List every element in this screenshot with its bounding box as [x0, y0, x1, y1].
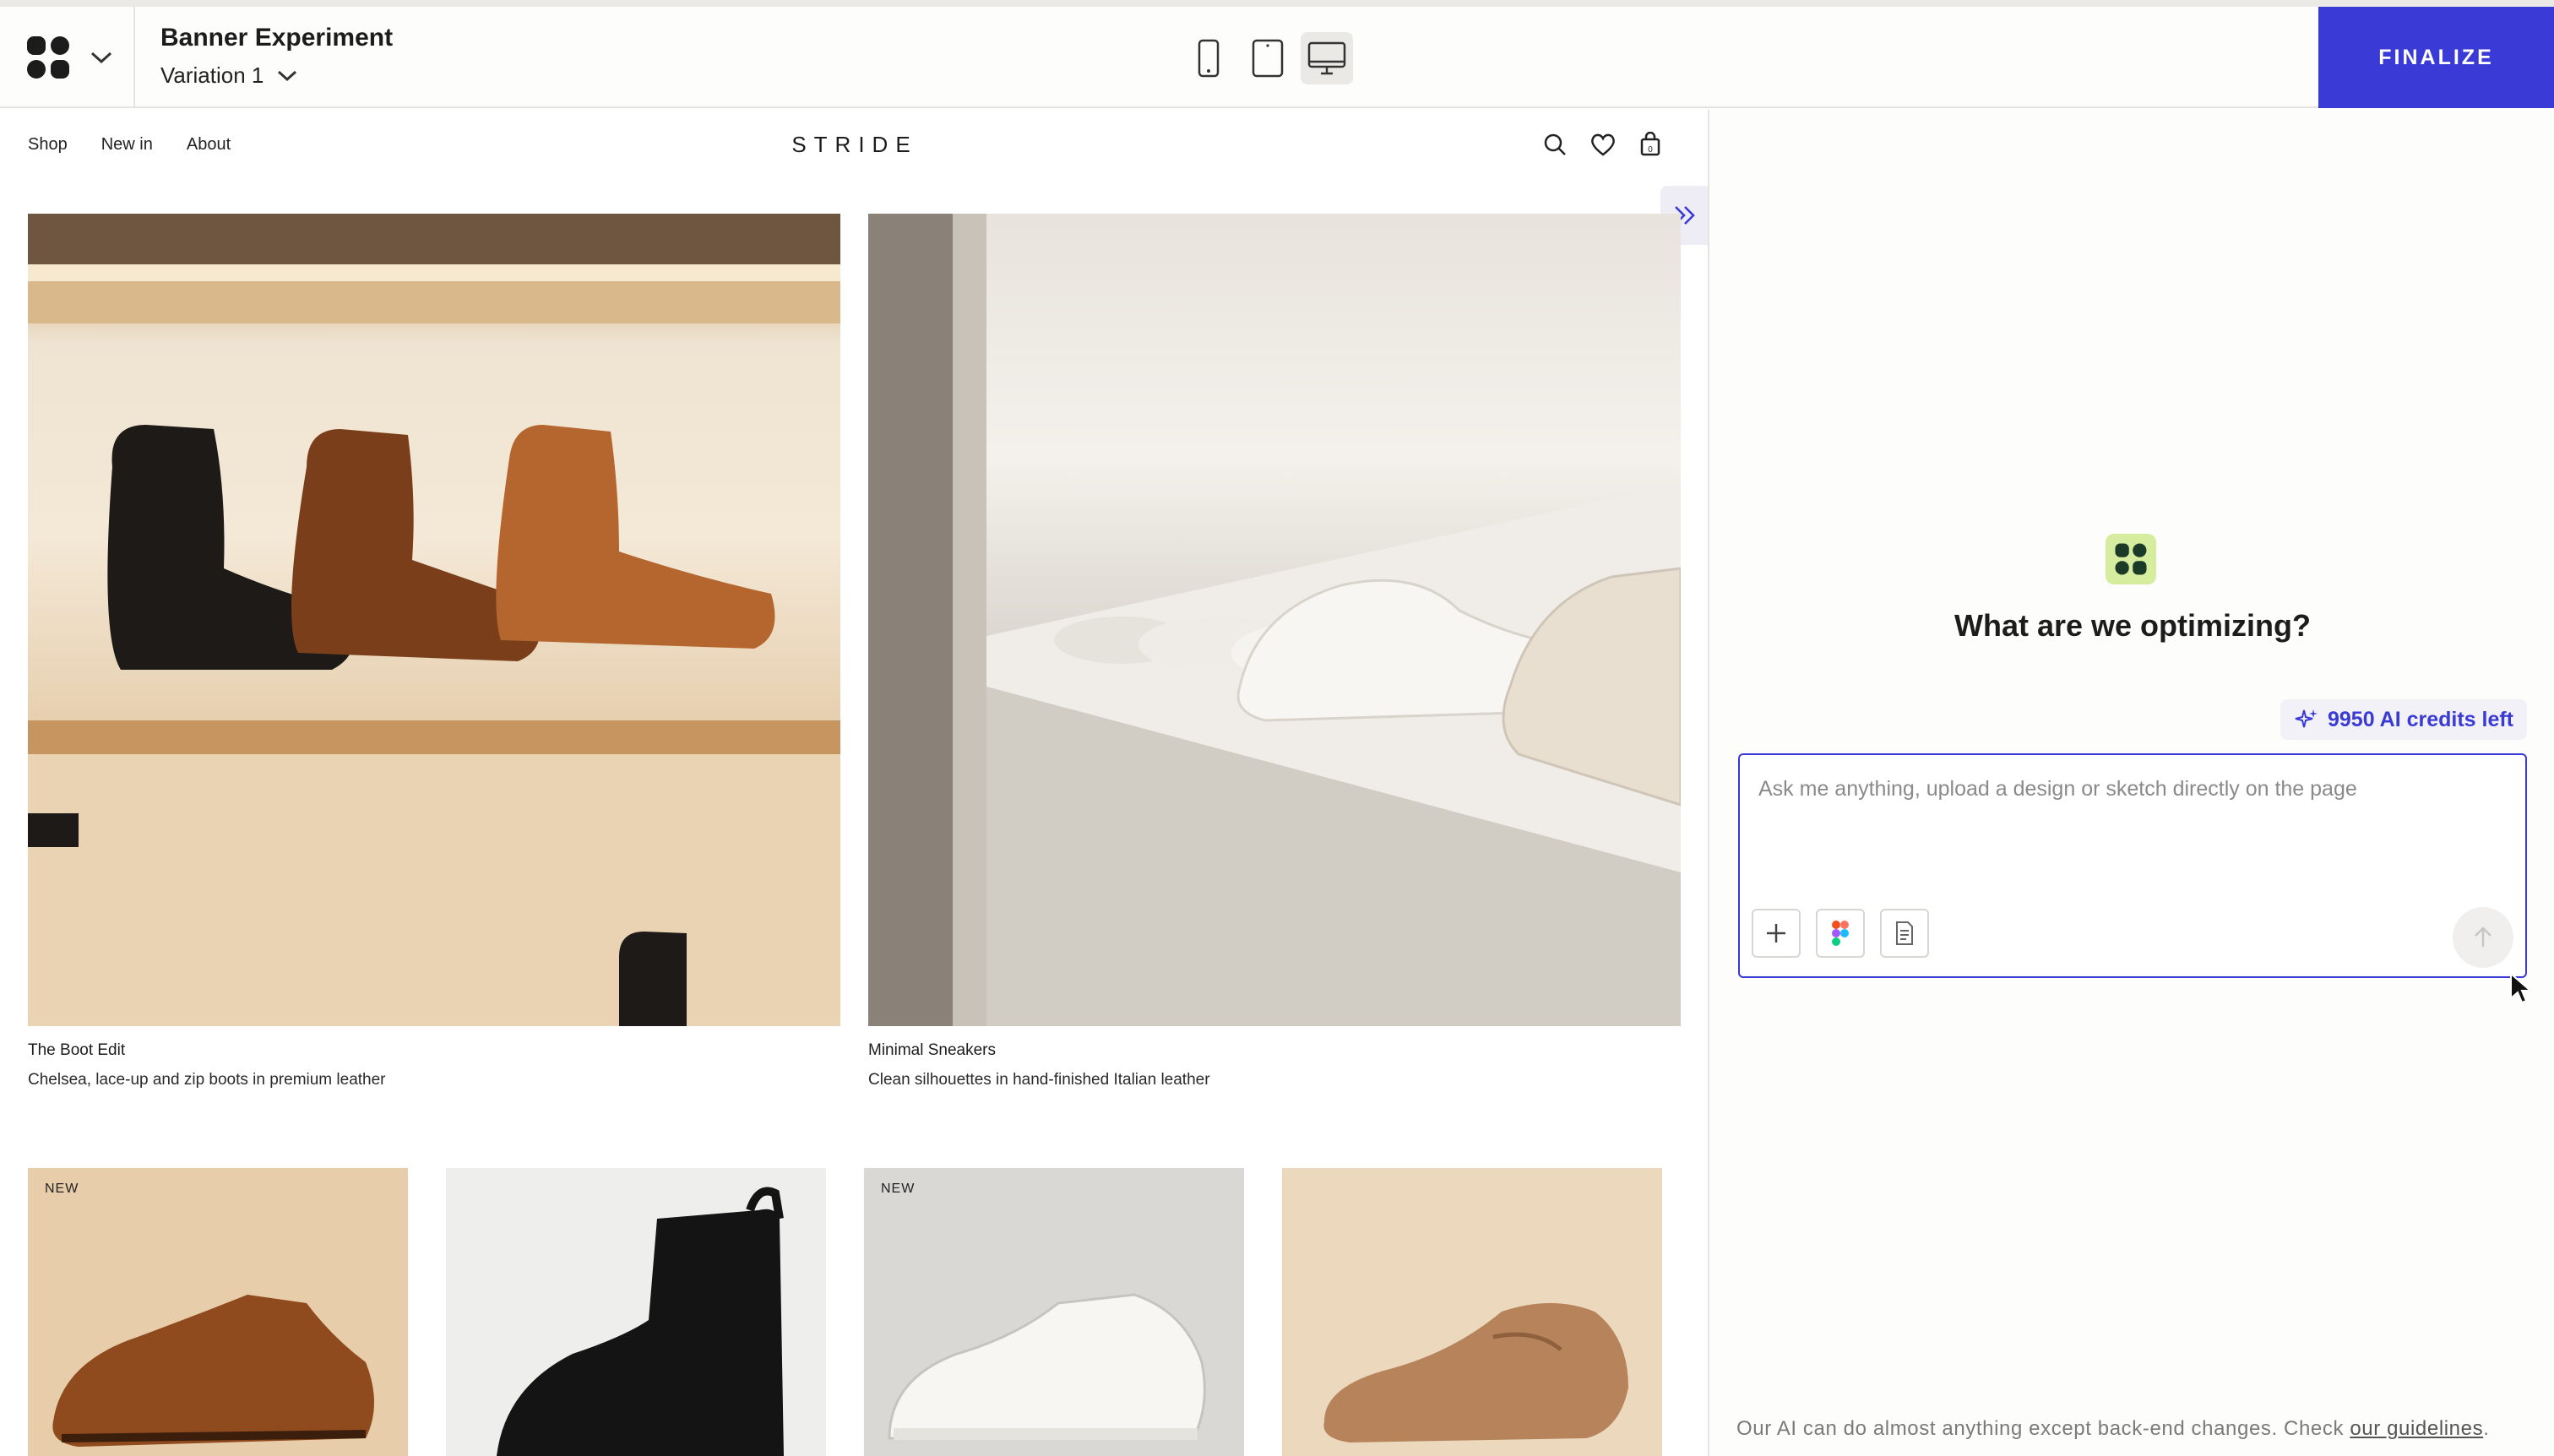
add-attachment-button[interactable]: [1752, 909, 1801, 958]
product-card-loafer[interactable]: [1282, 1168, 1662, 1456]
document-attach-button[interactable]: [1880, 909, 1929, 958]
hero-title-sneakers[interactable]: Minimal Sneakers: [868, 1041, 996, 1060]
prompt-box: [1738, 753, 2527, 978]
editor-toolbar: Banner Experiment Variation 1 FINALIZE: [0, 7, 2554, 108]
finalize-button[interactable]: FINALIZE: [2318, 7, 2554, 108]
plus-icon: [1767, 924, 1785, 943]
sparkle-icon: [2295, 709, 2318, 728]
oxford-shoe-image: [52, 1295, 374, 1447]
hero-image-sneakers[interactable]: [868, 214, 1681, 1026]
tablet-view-button[interactable]: [1242, 32, 1294, 84]
mobile-view-button[interactable]: [1182, 32, 1235, 84]
mouse-cursor-icon: [2510, 971, 2532, 1004]
desktop-icon: [1307, 41, 1346, 75]
product-card-oxford[interactable]: NEW: [28, 1168, 408, 1456]
site-nav-icons: 0: [1542, 132, 1662, 157]
experiment-title: Banner Experiment: [160, 24, 394, 52]
chelsea-boot-image: [497, 1187, 784, 1456]
document-icon: [1896, 921, 1913, 945]
bag-icon[interactable]: 0: [1638, 132, 1662, 157]
boots-shelf-illustration: [28, 214, 840, 1026]
variation-label: Variation 1: [160, 62, 264, 88]
search-icon[interactable]: [1542, 132, 1568, 157]
app-logo-icon: [27, 36, 69, 79]
product-card-sneaker[interactable]: NEW: [864, 1168, 1244, 1456]
prompt-input[interactable]: [1758, 777, 2502, 801]
sneakers-shelf-illustration: [868, 214, 1681, 1026]
assistant-logo: [2106, 534, 2156, 584]
mobile-icon: [1198, 39, 1220, 78]
chevron-down-icon: [278, 70, 297, 81]
ai-credits-badge[interactable]: 9950 AI credits left: [2280, 699, 2528, 740]
heart-icon[interactable]: [1589, 132, 1617, 157]
hero-subtitle-sneakers: Clean silhouettes in hand-finished Itali…: [868, 1071, 1210, 1089]
figma-icon: [1832, 921, 1849, 946]
ai-credits-label: 9950 AI credits left: [2328, 707, 2514, 731]
site-brand-logo[interactable]: STRIDE: [0, 132, 1708, 158]
disclaimer-text: Our AI can do almost anything except bac…: [1736, 1417, 2350, 1440]
hero-title-boots[interactable]: The Boot Edit: [28, 1041, 125, 1060]
product-card-chelsea[interactable]: [446, 1168, 826, 1456]
device-switcher: [1182, 32, 1353, 84]
arrow-up-icon: [2475, 926, 2492, 947]
variation-selector[interactable]: Variation 1: [160, 62, 393, 89]
chevron-down-icon: [90, 52, 112, 64]
experiment-header: Banner Experiment Variation 1: [160, 24, 393, 89]
new-badge: NEW: [881, 1182, 916, 1196]
tablet-icon: [1252, 39, 1284, 78]
app-logo-icon: [2115, 543, 2147, 575]
hero-image-boots[interactable]: [28, 214, 840, 1026]
website-preview: Shop New in About STRIDE 0 The Boot Edit…: [0, 110, 1709, 1456]
desktop-view-button[interactable]: [1301, 32, 1353, 84]
white-sneaker-image: [888, 1293, 1206, 1440]
assistant-heading: What are we optimizing?: [1954, 608, 2311, 643]
app-menu-button[interactable]: [0, 7, 135, 108]
suede-loafer-image: [1323, 1303, 1628, 1442]
guidelines-link[interactable]: our guidelines: [2350, 1417, 2483, 1440]
send-button[interactable]: [2453, 907, 2513, 968]
hero-subtitle-boots: Chelsea, lace-up and zip boots in premiu…: [28, 1071, 386, 1089]
disclaimer-end: .: [2483, 1417, 2490, 1440]
site-navbar: Shop New in About STRIDE 0: [0, 110, 1708, 184]
svg-text:0: 0: [1648, 145, 1653, 155]
window-top-strip: [0, 0, 2554, 7]
ai-disclaimer: Our AI can do almost anything except bac…: [1736, 1417, 2489, 1441]
figma-import-button[interactable]: [1816, 909, 1865, 958]
new-badge: NEW: [45, 1182, 79, 1196]
